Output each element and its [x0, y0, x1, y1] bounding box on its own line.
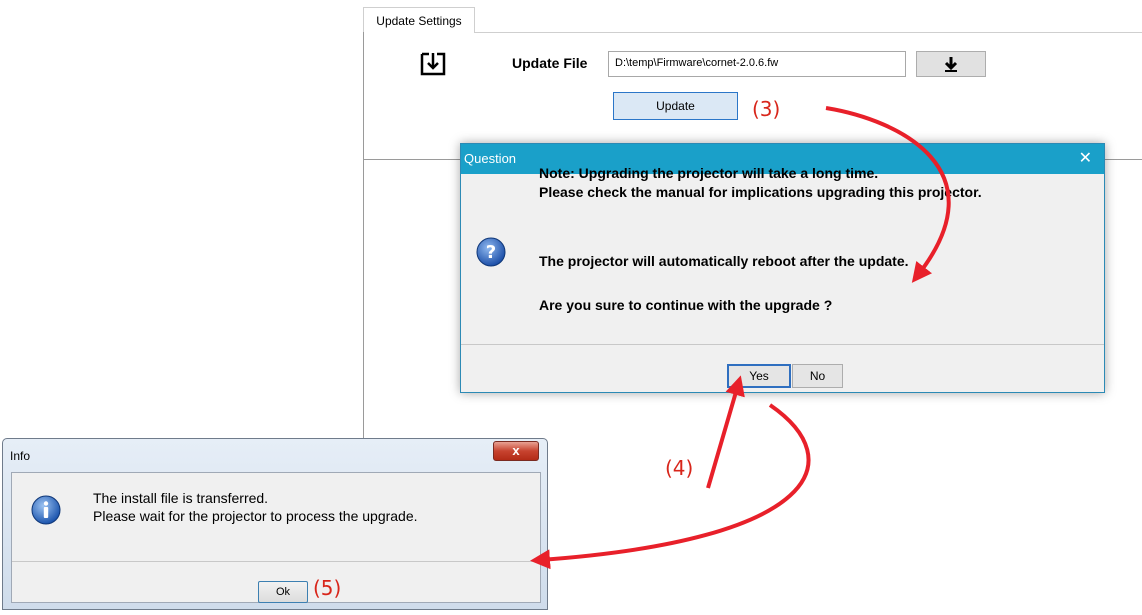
info-message-line-2: Please wait for the projector to process…: [93, 508, 418, 524]
question-message-line-3: The projector will automatically reboot …: [539, 253, 909, 269]
close-button[interactable]: x: [493, 441, 539, 461]
download-arrow-icon: [944, 57, 958, 72]
question-message-line-1: Note: Upgrading the projector will take …: [539, 165, 879, 181]
info-message-line-1: The install file is transferred.: [93, 490, 269, 506]
dialog-separator: [12, 561, 540, 562]
step-3-label: (3): [752, 97, 781, 121]
question-dialog-title: Question: [464, 151, 517, 166]
info-dialog-body: The install file is transferred. Please …: [11, 472, 541, 603]
info-dialog-title: Info: [10, 449, 31, 463]
question-message-line-4: Are you sure to continue with the upgrad…: [539, 297, 833, 313]
panel-border: [475, 32, 1142, 33]
question-message-line-2: Please check the manual for implications…: [539, 184, 982, 200]
dialog-separator: [461, 344, 1104, 345]
question-icon: ?: [476, 237, 506, 267]
update-file-label: Update File: [512, 55, 588, 71]
step-5-label: (5): [313, 576, 342, 600]
yes-button[interactable]: Yes: [727, 364, 791, 388]
close-icon[interactable]: ✕: [1079, 144, 1092, 174]
import-file-icon: [420, 52, 446, 76]
update-button[interactable]: Update: [613, 92, 738, 120]
update-file-input[interactable]: D:\temp\Firmware\cornet-2.0.6.fw: [608, 51, 906, 77]
arrow-step-5: [530, 403, 811, 570]
tab-update-settings[interactable]: Update Settings: [363, 7, 475, 33]
ok-button[interactable]: Ok: [258, 581, 308, 603]
no-button[interactable]: No: [792, 364, 843, 388]
svg-text:?: ?: [486, 242, 496, 263]
info-icon: [31, 495, 61, 525]
question-dialog: Question ✕ ? Note: Upgrading the project…: [460, 143, 1105, 393]
step-4-label: (4): [665, 456, 694, 480]
info-dialog: Info x The install file is transferred. …: [2, 438, 548, 610]
arrow-step-4: [706, 375, 745, 489]
browse-file-button[interactable]: [916, 51, 986, 77]
panel-border-left: [363, 32, 364, 440]
